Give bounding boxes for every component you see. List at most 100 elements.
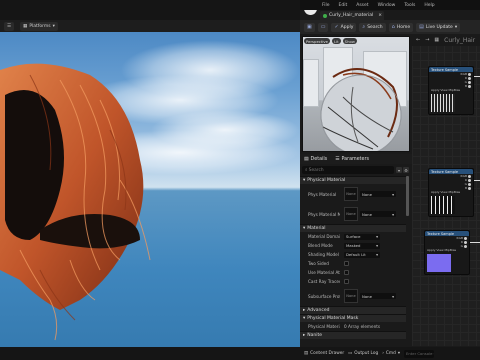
arrow-left-icon[interactable]: ←	[416, 37, 420, 43]
drawer-icon: ▤	[304, 351, 309, 356]
material-editor: U File Edit Asset Window Tools Help Curl…	[300, 0, 480, 360]
asset-thumbnail[interactable]: None	[344, 207, 358, 221]
asset-thumbnail[interactable]: None	[344, 289, 358, 303]
two-sided-checkbox[interactable]	[344, 261, 349, 266]
level-viewport[interactable]: ☰ ▦ Platforms ▾	[0, 0, 300, 360]
cast-ray-traced-checkbox[interactable]	[344, 279, 349, 284]
menu-window[interactable]: Window	[378, 3, 396, 8]
property-label: Use Material Attri...	[308, 270, 340, 275]
shading-model-dropdown[interactable]: Default Lit ▾	[344, 251, 380, 258]
property-row: Cast Ray Traced...	[300, 277, 406, 286]
section-advanced[interactable]: ▸ Advanced	[300, 306, 406, 314]
section-label: Nanite	[307, 333, 323, 338]
details-tab-label: Details	[310, 156, 328, 162]
pin-dot	[468, 80, 471, 84]
details-search-input[interactable]: ⌕ Search	[302, 166, 394, 174]
chevron-down-icon: ▾	[392, 191, 394, 197]
pin-dot	[468, 174, 471, 178]
texture-sample-node[interactable]: Texture Sample RGB R G B Apply View MipB…	[428, 168, 474, 217]
tab-details[interactable]: ▤ Details	[300, 154, 331, 164]
dropdown-value: None	[362, 191, 372, 197]
cmd-button[interactable]: › Cmd ▾	[382, 351, 400, 356]
property-label: Shading Model	[308, 252, 339, 257]
save-button[interactable]: ▣	[304, 22, 315, 32]
tab-parameters[interactable]: ☰ Parameters	[331, 154, 373, 164]
uv-pin[interactable]: Apply View MipBias	[429, 88, 473, 92]
use-material-attributes-checkbox[interactable]	[344, 270, 349, 275]
filter-icon[interactable]: ▾	[396, 167, 402, 173]
menu-help[interactable]: Help	[424, 3, 434, 8]
status-bar: ▤ Content Drawer ▭ Output Log › Cmd ▾ Enter …	[300, 347, 480, 360]
pin-dot	[468, 186, 471, 190]
material-icon	[323, 13, 327, 18]
pin-dot	[464, 240, 467, 244]
subsurface-profile-dropdown[interactable]: None ▾	[360, 293, 396, 299]
home-icon: ⌂	[391, 24, 395, 30]
parameters-tab-label: Parameters	[341, 156, 369, 162]
property-row: Phys Material None None ▾	[300, 184, 406, 204]
details-scrollbar[interactable]	[406, 176, 409, 216]
output-log-button[interactable]: ▭ Output Log	[348, 351, 378, 356]
material-preview-viewport[interactable]: Perspective Lit Show	[302, 36, 410, 152]
uv-pin[interactable]: Apply View MipBias	[425, 248, 469, 252]
property-row: Phys Material Mask None None ▾	[300, 204, 406, 224]
show-button[interactable]: Show	[342, 38, 357, 44]
content-drawer-button[interactable]: ▤ Content Drawer	[304, 351, 344, 356]
live-update-icon: ▤	[419, 24, 424, 30]
chevron-right-icon: ▸	[303, 333, 306, 338]
hair-mesh[interactable]	[0, 0, 300, 360]
lit-button[interactable]: Lit	[332, 38, 341, 44]
console-placeholder: Enter Console Command	[406, 351, 434, 356]
grid-icon[interactable]: ▦	[434, 37, 439, 43]
property-label: Subsurface Profi...	[308, 293, 340, 299]
viewport-bottom-bar	[0, 347, 300, 360]
blend-mode-dropdown[interactable]: Masked ▾	[344, 242, 380, 249]
live-update-button[interactable]: ▤ Live Update ▾	[416, 22, 461, 32]
home-button[interactable]: ⌂ Home	[388, 22, 414, 32]
phys-material-mask-dropdown[interactable]: None ▾	[360, 211, 396, 217]
perspective-button[interactable]: Perspective	[304, 38, 330, 44]
search-icon: ⌕	[362, 24, 366, 30]
menu-edit[interactable]: Edit	[339, 3, 348, 8]
texture-sample-node[interactable]: Texture Sample RGB R G Apply View MipBia…	[424, 230, 470, 275]
pin-dot	[468, 84, 471, 88]
graph-wire	[474, 76, 480, 77]
pin-dot	[468, 76, 471, 80]
asset-tab[interactable]: Curly_Hair_material ×	[320, 11, 384, 20]
material-domain-dropdown[interactable]: Surface ▾	[344, 233, 380, 240]
apply-button[interactable]: ✓ Apply	[331, 22, 357, 32]
pin-dot	[464, 244, 467, 248]
check-icon: ✓	[334, 24, 339, 30]
menu-tools[interactable]: Tools	[404, 3, 415, 8]
search-button[interactable]: ⌕ Search	[359, 22, 386, 32]
texture-sample-node[interactable]: Texture Sample RGB R G B Apply View MipB…	[428, 66, 474, 115]
details-panel: ▾ Physical Material Phys Material None Non…	[300, 176, 406, 346]
output-log-label: Output Log	[354, 351, 379, 356]
uv-pin[interactable]: Apply View MipBias	[429, 190, 473, 194]
chevron-down-icon: ▾	[303, 226, 306, 231]
menu-asset[interactable]: Asset	[356, 3, 368, 8]
section-physical-material[interactable]: ▾ Physical Material	[300, 176, 406, 184]
asset-thumbnail[interactable]: None	[344, 187, 358, 201]
section-label: Advanced	[307, 308, 330, 313]
section-physical-material-mask[interactable]: ▾ Physical Material Mask	[300, 314, 406, 322]
search-label: Search	[367, 24, 383, 30]
settings-gear-icon[interactable]: ⚙	[403, 167, 409, 173]
property-row: Physical Material 0 Array elements	[300, 322, 406, 331]
browse-button[interactable]: ▭	[317, 22, 329, 32]
phys-material-dropdown[interactable]: None ▾	[360, 191, 396, 197]
pin-label: Apply View MipBias	[427, 248, 457, 252]
material-graph[interactable]: Texture Sample RGB R G B Apply View MipB…	[412, 36, 480, 346]
chevron-down-icon: ▾	[376, 252, 378, 257]
dropdown-value: None	[362, 211, 372, 217]
property-label: Cast Ray Traced...	[308, 279, 340, 284]
apply-label: Apply	[340, 24, 354, 30]
graph-title: Curly_Hair	[444, 36, 476, 44]
close-icon[interactable]: ×	[378, 13, 382, 18]
console-command-input[interactable]: Enter Console Command	[404, 349, 434, 358]
menu-file[interactable]: File	[322, 3, 330, 8]
section-nanite[interactable]: ▸ Nanite	[300, 331, 406, 339]
section-material[interactable]: ▾ Material	[300, 224, 406, 232]
arrow-right-icon[interactable]: →	[425, 37, 429, 43]
editor-toolbar: ▣ ▭ ✓ Apply ⌕ Search ⌂ Home ▤ Live Update ▾	[300, 20, 480, 34]
